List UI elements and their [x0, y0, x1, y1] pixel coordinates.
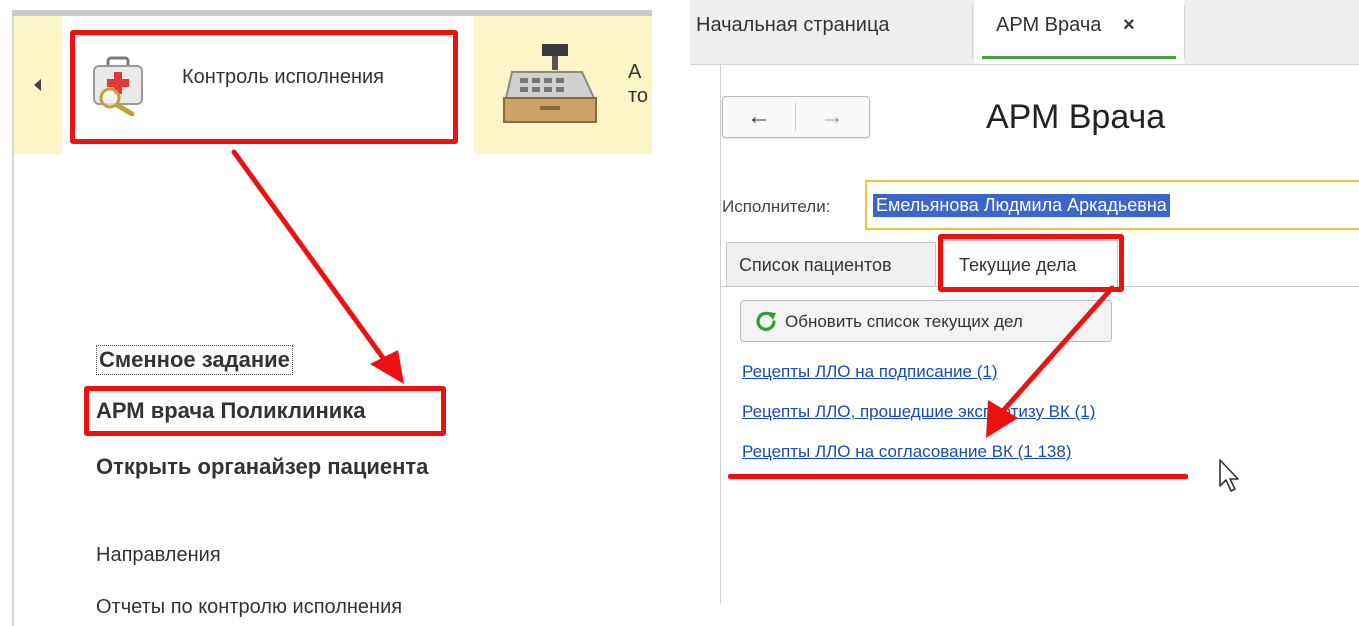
chevron-left-icon — [33, 79, 41, 91]
cash-register-icon — [503, 44, 597, 123]
executors-label: Исполнители: — [722, 197, 831, 216]
page-title: АРМ Врача — [986, 98, 1166, 136]
highlight-box-execution-control — [70, 30, 458, 144]
link-prescriptions-signing[interactable]: Рецепты ЛЛО на подписание (1) — [742, 362, 998, 382]
tab-patient-list[interactable]: Список пациентов — [726, 242, 936, 286]
tab-home[interactable]: Начальная страница — [696, 14, 890, 37]
tab-divider — [972, 6, 973, 58]
highlight-underline — [728, 474, 1188, 479]
highlight-box-arm-polyclinic — [84, 386, 446, 436]
menu-open-organizer[interactable]: Открыть органайзер пациента — [96, 454, 428, 480]
nav-item-label: А то — [628, 61, 649, 107]
back-arrow-icon[interactable]: ← — [723, 97, 795, 137]
executors-value: Емельянова Людмила Аркадьевна — [873, 194, 1170, 217]
highlight-box-current-tasks — [938, 234, 1124, 292]
active-tab-indicator — [982, 56, 1176, 59]
link-prescriptions-approval[interactable]: Рецепты ЛЛО на согласование ВК (1 138) — [742, 442, 1071, 462]
nav-item-cash-register[interactable]: А то — [490, 16, 652, 154]
tab-label: Список пациентов — [739, 255, 892, 275]
menu-shift-task[interactable]: Сменное задание — [96, 345, 293, 375]
link-prescriptions-expertise[interactable]: Рецепты ЛЛО, прошедшие экспертизу ВК (1) — [742, 402, 1095, 422]
forward-arrow-icon[interactable]: → — [796, 97, 868, 137]
mouse-cursor-icon — [1219, 459, 1239, 492]
refresh-button[interactable]: Обновить список текущих дел — [740, 300, 1112, 342]
history-nav: ← → — [722, 96, 870, 138]
tab-divider — [1184, 6, 1185, 58]
close-icon[interactable]: × — [1123, 14, 1135, 37]
menu-directions[interactable]: Направления — [96, 544, 221, 567]
tab-arm[interactable]: АРМ Врача — [996, 14, 1101, 37]
refresh-icon — [756, 311, 776, 331]
refresh-button-label: Обновить список текущих дел — [785, 312, 1023, 331]
scroll-left-button[interactable] — [14, 16, 60, 154]
content-border — [720, 64, 721, 604]
menu-reports[interactable]: Отчеты по контролю исполнения — [96, 596, 402, 619]
